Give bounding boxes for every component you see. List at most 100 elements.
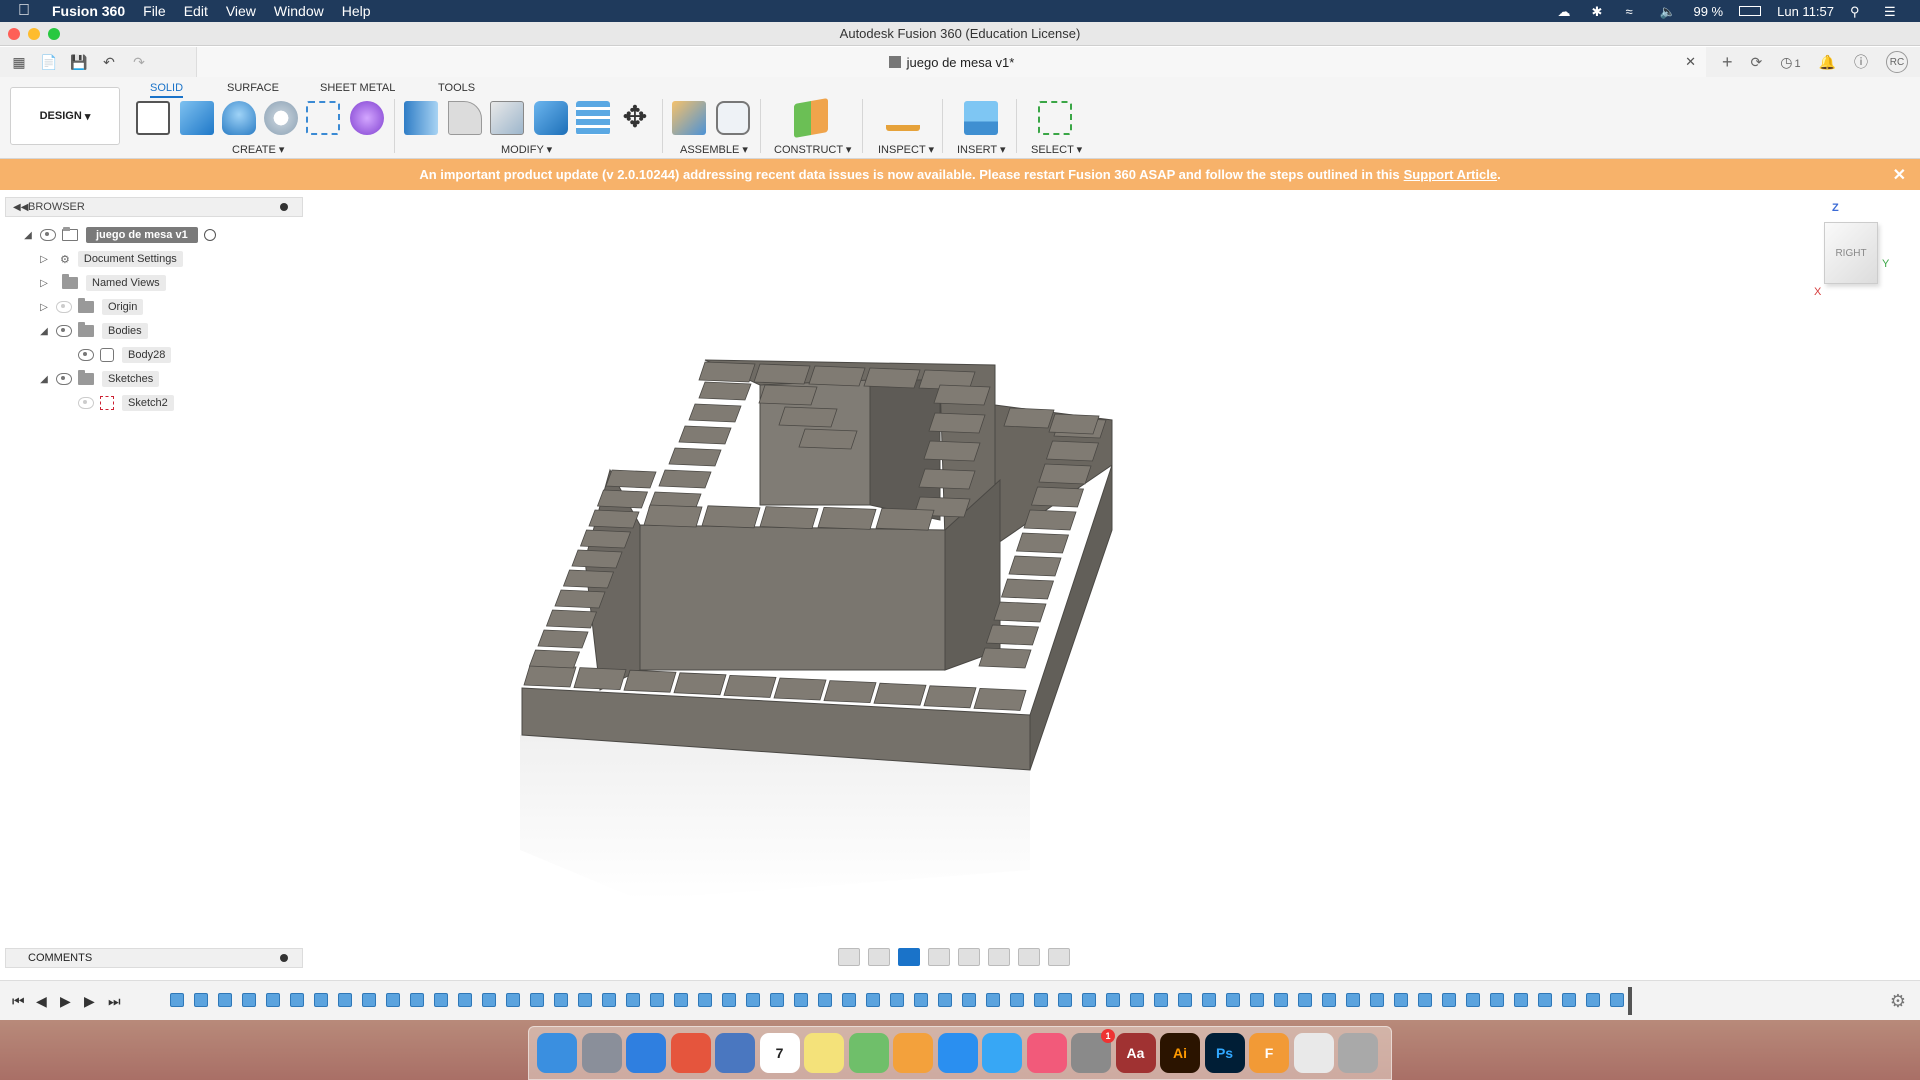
timeline-feature-icon[interactable]	[722, 993, 736, 1007]
support-article-link[interactable]: Support Article	[1404, 167, 1497, 182]
dock-fusion-360-icon[interactable]: F	[1249, 1033, 1289, 1073]
timeline-feature-icon[interactable]	[1538, 993, 1552, 1007]
group-assemble[interactable]: ASSEMBLE ▾	[680, 143, 748, 156]
timeline-feature-icon[interactable]	[1394, 993, 1408, 1007]
dock-chrome-icon[interactable]	[670, 1033, 711, 1073]
comments-pin-icon[interactable]	[280, 954, 288, 962]
timeline-last-icon[interactable]: ⏭	[108, 993, 121, 1010]
hole-icon[interactable]	[264, 101, 298, 135]
tree-item-bodies[interactable]: ◢ Bodies	[38, 321, 148, 341]
timeline-feature-icon[interactable]	[938, 993, 952, 1007]
timeline-feature-icon[interactable]	[1178, 993, 1192, 1007]
chamfer-icon[interactable]	[490, 101, 524, 135]
timeline-prev-icon[interactable]: ◀	[36, 993, 47, 1010]
timeline-feature-icon[interactable]	[338, 993, 352, 1007]
dock-launchpad-icon[interactable]	[581, 1033, 622, 1073]
fillet-icon[interactable]	[448, 101, 482, 135]
display-settings-icon[interactable]	[988, 948, 1010, 966]
create-form-icon[interactable]	[350, 101, 384, 135]
notifications-bell-icon[interactable]: 🔔	[1819, 54, 1836, 71]
timeline-feature-icon[interactable]	[842, 993, 856, 1007]
dock-xcode-icon[interactable]	[715, 1033, 755, 1073]
visibility-eye-icon[interactable]	[56, 301, 72, 313]
dock-maps-icon[interactable]	[848, 1033, 889, 1073]
timeline-feature-icon[interactable]	[1226, 993, 1240, 1007]
tab-tools[interactable]: TOOLS	[438, 82, 475, 94]
timeline-settings-gear-icon[interactable]: ⚙	[1890, 991, 1906, 1012]
create-sketch-icon[interactable]	[136, 101, 170, 135]
timeline-feature-icon[interactable]	[1082, 993, 1096, 1007]
timeline-feature-icon[interactable]	[1154, 993, 1168, 1007]
visibility-eye-icon[interactable]	[56, 373, 72, 385]
apple-menu-icon[interactable]: 	[18, 2, 38, 20]
dock-calendar-icon[interactable]: 7	[759, 1033, 800, 1073]
window-minimize-button[interactable]	[28, 28, 40, 40]
timeline-feature-icon[interactable]	[1346, 993, 1360, 1007]
expand-triangle-icon[interactable]: ▷	[38, 301, 50, 313]
dock-trash-icon[interactable]	[1338, 1033, 1378, 1073]
timeline-feature-icon[interactable]	[530, 993, 544, 1007]
visibility-eye-icon[interactable]	[40, 229, 56, 241]
grid-settings-icon[interactable]	[1018, 948, 1040, 966]
timeline-feature-icon[interactable]	[434, 993, 448, 1007]
menu-window[interactable]: Window	[274, 3, 324, 19]
menu-view[interactable]: View	[226, 3, 256, 19]
timeline-feature-icon[interactable]	[866, 993, 880, 1007]
timeline-feature-icon[interactable]	[1058, 993, 1072, 1007]
insert-image-icon[interactable]	[964, 101, 998, 135]
timeline-feature-icon[interactable]	[1202, 993, 1216, 1007]
timeline-feature-icon[interactable]	[506, 993, 520, 1007]
save-icon[interactable]: 💾	[68, 52, 90, 72]
group-create[interactable]: CREATE ▾	[232, 143, 284, 156]
dock-finder-icon[interactable]	[537, 1033, 577, 1073]
dock-messages-icon[interactable]	[982, 1033, 1022, 1073]
timeline-feature-icon[interactable]	[1298, 993, 1312, 1007]
viewport-canvas[interactable]	[303, 190, 1920, 980]
timeline-feature-icon[interactable]	[890, 993, 904, 1007]
new-tab-plus-icon[interactable]: +	[1722, 52, 1733, 73]
dock-photoshop-icon[interactable]: Ps	[1204, 1033, 1245, 1073]
offset-plane-icon[interactable]	[794, 98, 828, 138]
menu-app-name[interactable]: Fusion 360	[52, 3, 125, 19]
user-avatar[interactable]: RC	[1886, 51, 1908, 73]
zoom-icon[interactable]	[928, 948, 950, 966]
data-panel-grid-icon[interactable]: ▦	[8, 52, 30, 72]
menu-edit[interactable]: Edit	[184, 3, 208, 19]
dock-app-store-icon[interactable]	[937, 1033, 978, 1073]
timeline-feature-icon[interactable]	[962, 993, 976, 1007]
timeline-next-icon[interactable]: ▶	[84, 993, 95, 1010]
timeline-feature-icon[interactable]	[410, 993, 424, 1007]
help-icon[interactable]: ⓘ	[1854, 52, 1868, 72]
clock[interactable]: Lun 11:57	[1777, 4, 1834, 19]
notification-center-icon[interactable]: ☰	[1884, 4, 1902, 19]
timeline-feature-icon[interactable]	[314, 993, 328, 1007]
collapse-triangle-icon[interactable]: ◢	[22, 229, 34, 241]
look-at-icon[interactable]	[868, 948, 890, 966]
root-component-label[interactable]: juego de mesa v1	[86, 227, 198, 243]
timeline-feature-icon[interactable]	[194, 993, 208, 1007]
group-inspect[interactable]: INSPECT ▾	[878, 143, 934, 156]
timeline-feature-icon[interactable]	[626, 993, 640, 1007]
panel-pin-icon[interactable]	[280, 203, 288, 211]
extensions-icon[interactable]: ⟳	[1750, 54, 1762, 71]
close-tab-icon[interactable]: ✕	[1685, 54, 1696, 70]
workspace-switcher[interactable]: DESIGN ▾	[10, 87, 120, 145]
pan-hand-icon[interactable]	[898, 948, 920, 966]
timeline-feature-icon[interactable]	[554, 993, 568, 1007]
timeline-feature-icon[interactable]	[362, 993, 376, 1007]
pattern-icon[interactable]	[306, 101, 340, 135]
tree-item-sketch2[interactable]: Sketch2	[72, 393, 174, 413]
dock-photos-icon[interactable]	[893, 1033, 933, 1073]
tab-solid[interactable]: SOLID	[150, 82, 184, 98]
timeline-feature-icon[interactable]	[290, 993, 304, 1007]
visibility-eye-icon[interactable]	[56, 325, 72, 337]
revolve-icon[interactable]	[222, 101, 256, 135]
collapse-triangle-icon[interactable]: ◢	[38, 373, 50, 385]
browser-header[interactable]: ◀◀ BROWSER	[5, 197, 303, 217]
battery-icon[interactable]	[1739, 6, 1762, 16]
timeline-feature-icon[interactable]	[1322, 993, 1336, 1007]
timeline-feature-icon[interactable]	[242, 993, 256, 1007]
timeline-feature-icon[interactable]	[1610, 993, 1624, 1007]
timeline-feature-icon[interactable]	[818, 993, 832, 1007]
group-select[interactable]: SELECT ▾	[1031, 143, 1082, 156]
